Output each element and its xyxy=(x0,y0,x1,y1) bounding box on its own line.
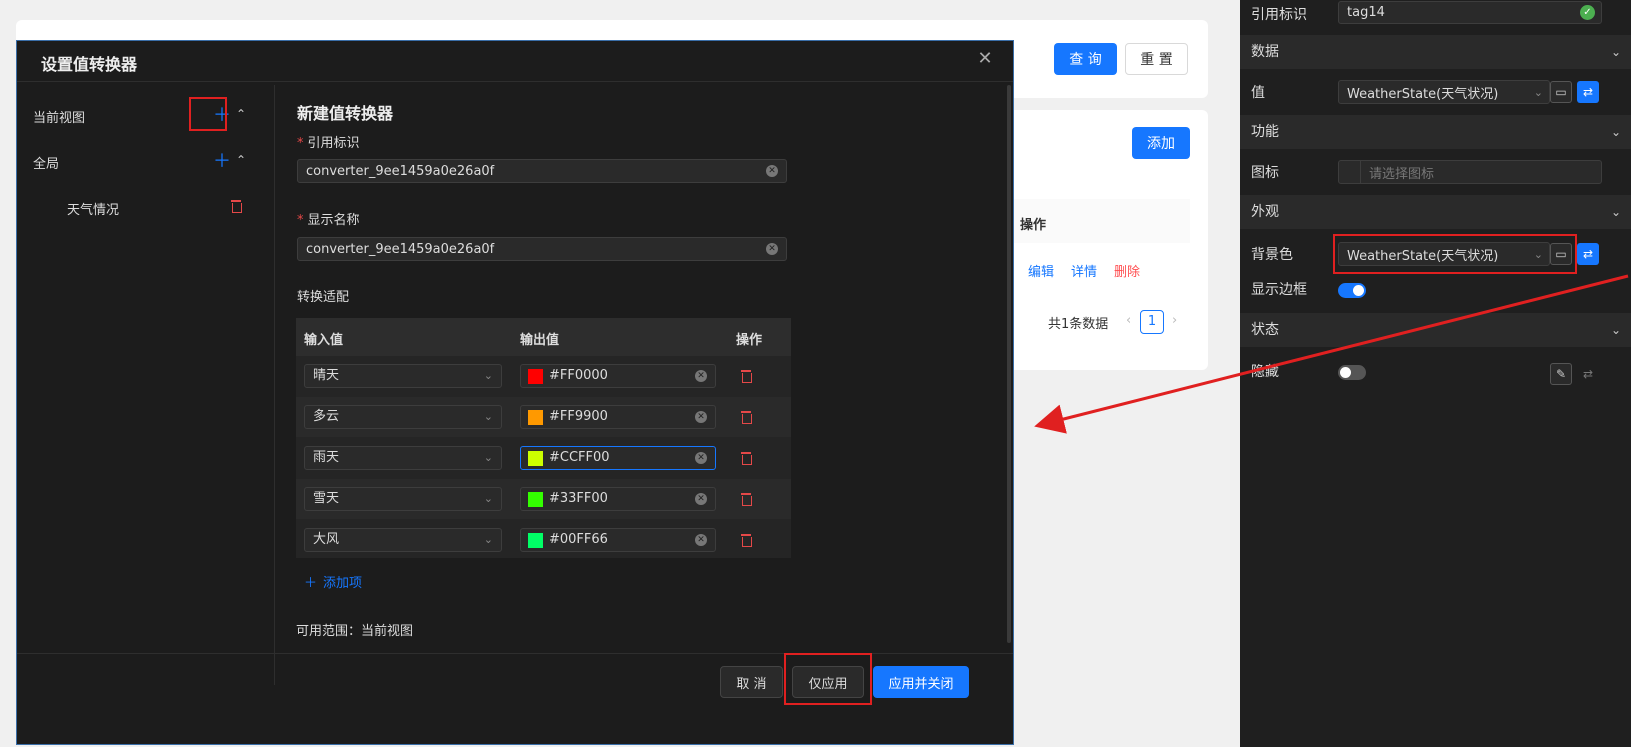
annotation-arrow xyxy=(1034,274,1629,434)
